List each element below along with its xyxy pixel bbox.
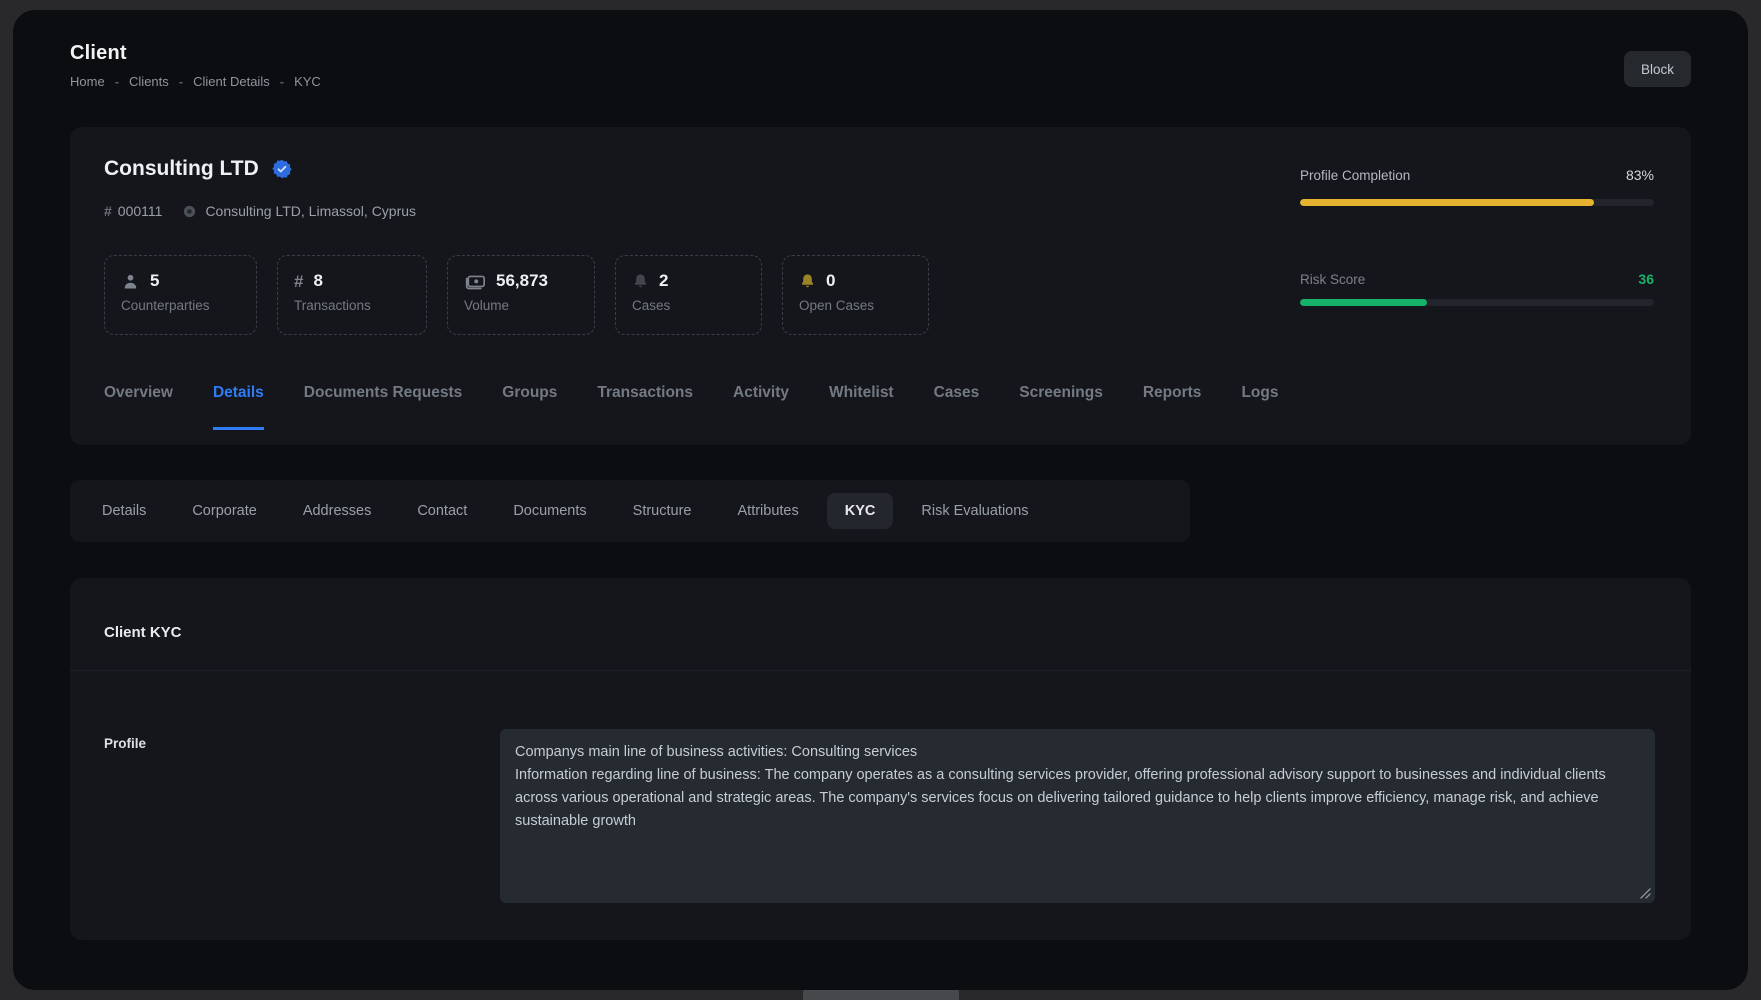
location-pin-icon: [182, 204, 197, 219]
stat-value: 2: [659, 271, 668, 291]
main-tabs: Overview Details Documents Requests Grou…: [104, 383, 1278, 430]
verified-badge-icon: [272, 159, 292, 179]
profile-completion-value: 83%: [1626, 167, 1654, 183]
bell-icon: [632, 273, 649, 290]
client-id: 000111: [118, 203, 163, 219]
stat-label: Volume: [464, 298, 578, 313]
tab-transactions[interactable]: Transactions: [597, 383, 693, 430]
stat-volume: 56,873 Volume: [447, 255, 595, 335]
breadcrumb-kyc[interactable]: KYC: [294, 74, 321, 89]
stat-transactions: # 8 Transactions: [277, 255, 427, 335]
client-summary-card: Consulting LTD # 000111 Consulting LTD, …: [70, 127, 1691, 445]
client-name: Consulting LTD: [104, 157, 259, 181]
tab-reports[interactable]: Reports: [1143, 383, 1202, 430]
section-divider: [70, 670, 1691, 671]
tab-activity[interactable]: Activity: [733, 383, 789, 430]
score-panel: Profile Completion 83% Risk Score 36: [1300, 127, 1654, 445]
tab-overview[interactable]: Overview: [104, 383, 173, 430]
stat-value: 5: [150, 271, 159, 291]
breadcrumb-clients[interactable]: Clients: [129, 74, 169, 89]
profile-textarea-wrap: Companys main line of business activitie…: [500, 729, 1655, 903]
client-meta-row: # 000111 Consulting LTD, Limassol, Cypru…: [104, 203, 416, 219]
page-header: Client Home - Clients - Client Details -…: [70, 42, 1691, 89]
hash-icon: #: [104, 203, 112, 219]
profile-completion-label: Profile Completion: [1300, 168, 1410, 183]
stat-label: Open Cases: [799, 298, 912, 313]
banknote-icon: [464, 271, 486, 291]
header-title-block: Client Home - Clients - Client Details -…: [70, 42, 321, 89]
subtab-contact[interactable]: Contact: [417, 503, 467, 519]
app-window: Client Home - Clients - Client Details -…: [13, 10, 1748, 990]
desktop-background: Client Home - Clients - Client Details -…: [0, 0, 1761, 1000]
breadcrumb-separator: -: [179, 74, 183, 89]
section-title: Client KYC: [104, 624, 182, 641]
subtab-attributes[interactable]: Attributes: [738, 503, 799, 519]
client-stats-row: 5 Counterparties # 8 Transactions: [104, 255, 929, 335]
stat-value: 56,873: [496, 271, 548, 291]
subtab-addresses[interactable]: Addresses: [303, 503, 372, 519]
profile-field-label: Profile: [104, 736, 146, 751]
page-title: Client: [70, 42, 321, 65]
breadcrumb-separator: -: [280, 74, 284, 89]
user-icon: [121, 272, 140, 291]
tab-details[interactable]: Details: [213, 383, 264, 430]
tab-screenings[interactable]: Screenings: [1019, 383, 1103, 430]
breadcrumb: Home - Clients - Client Details - KYC: [70, 74, 321, 89]
subtab-risk-evaluations[interactable]: Risk Evaluations: [921, 503, 1028, 519]
profile-completion-bar: [1300, 199, 1654, 206]
risk-score-row: Risk Score 36: [1300, 271, 1654, 287]
stat-label: Transactions: [294, 298, 410, 313]
subtab-details[interactable]: Details: [102, 503, 146, 519]
stat-value: 8: [313, 271, 322, 291]
breadcrumb-home[interactable]: Home: [70, 74, 105, 89]
stat-label: Counterparties: [121, 298, 240, 313]
risk-score-bar: [1300, 299, 1654, 306]
subtab-corporate[interactable]: Corporate: [192, 503, 256, 519]
stat-value: 0: [826, 271, 835, 291]
tab-documents-requests[interactable]: Documents Requests: [304, 383, 462, 430]
tab-cases[interactable]: Cases: [934, 383, 980, 430]
bell-icon: [799, 273, 816, 290]
tab-logs[interactable]: Logs: [1241, 383, 1278, 430]
resize-handle-icon[interactable]: [1640, 888, 1651, 899]
profile-textarea[interactable]: Companys main line of business activitie…: [500, 729, 1655, 903]
profile-completion-row: Profile Completion 83%: [1300, 167, 1654, 183]
risk-score-bar-fill: [1300, 299, 1427, 306]
breadcrumb-separator: -: [115, 74, 119, 89]
subtab-documents[interactable]: Documents: [513, 503, 586, 519]
profile-completion-bar-fill: [1300, 199, 1594, 206]
client-kyc-card: Client KYC Profile Companys main line of…: [70, 578, 1691, 940]
stat-open-cases: 0 Open Cases: [782, 255, 929, 335]
client-name-row: Consulting LTD: [104, 157, 292, 181]
breadcrumb-client-details[interactable]: Client Details: [193, 74, 270, 89]
subtab-structure[interactable]: Structure: [633, 503, 692, 519]
subtab-kyc[interactable]: KYC: [827, 493, 894, 529]
details-subtabs: Details Corporate Addresses Contact Docu…: [70, 480, 1190, 542]
stat-counterparties: 5 Counterparties: [104, 255, 257, 335]
tab-groups[interactable]: Groups: [502, 383, 557, 430]
stat-cases: 2 Cases: [615, 255, 762, 335]
client-location: Consulting LTD, Limassol, Cyprus: [205, 203, 416, 219]
risk-score-value: 36: [1638, 271, 1654, 287]
hash-icon: #: [294, 273, 303, 290]
stat-label: Cases: [632, 298, 745, 313]
risk-score-label: Risk Score: [1300, 272, 1365, 287]
block-button[interactable]: Block: [1624, 51, 1691, 87]
tab-whitelist[interactable]: Whitelist: [829, 383, 894, 430]
client-location-group: Consulting LTD, Limassol, Cyprus: [182, 203, 416, 219]
